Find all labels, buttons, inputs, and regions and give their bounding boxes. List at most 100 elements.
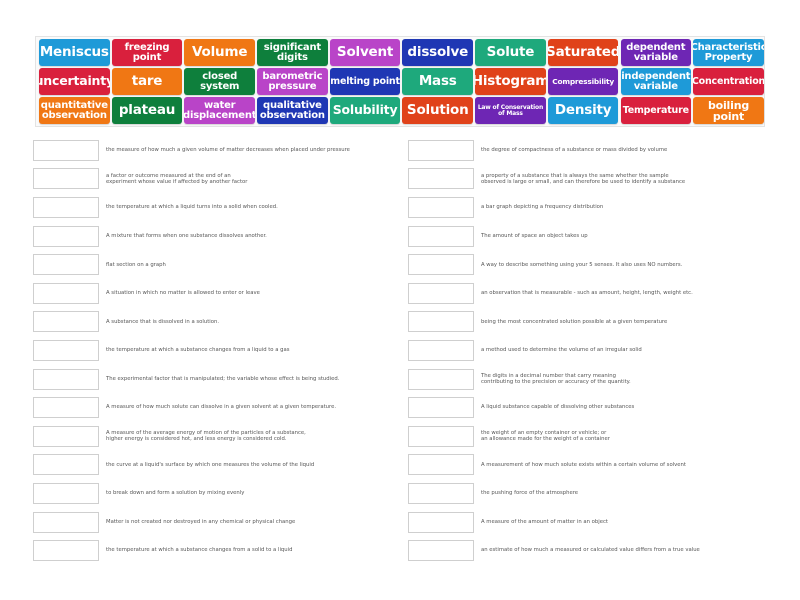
definition-row: a method used to determine the volume of… [408,336,770,365]
definition-row: flat section on a graph [33,250,403,279]
definition-text: a method used to determine the volume of… [481,347,642,354]
definition-row: the weight of an empty container or vehi… [408,422,770,451]
word-tile[interactable]: Temperature [620,97,692,124]
definition-text: the temperature at which a substance cha… [106,347,290,354]
answer-drop-box[interactable] [408,425,474,447]
answer-drop-box[interactable] [33,282,99,304]
definition-text: to break down and form a solution by mix… [106,490,245,497]
word-tile[interactable]: freezing point [111,39,183,66]
definition-row: a factor or outcome measured at the end … [33,165,403,194]
answer-drop-box[interactable] [33,540,99,562]
word-tile[interactable]: water displacement [184,97,255,124]
word-bank: Meniscus freezing point Volume significant … [35,36,765,127]
answer-drop-box[interactable] [408,540,474,562]
answer-drop-box[interactable] [33,482,99,504]
definition-row: A measure of the average energy of motio… [33,422,403,451]
definition-row: A substance that is dissolved in a solut… [33,308,403,337]
definition-text: A measure of the amount of matter in an … [481,518,608,525]
definition-row: a bar graph depicting a frequency distri… [408,193,770,222]
word-tile[interactable]: Characteristic Property [693,39,764,66]
definition-text: The amount of space an object takes up [481,232,588,239]
definition-row: The amount of space an object takes up [408,222,770,251]
answer-drop-box[interactable] [408,311,474,333]
word-tile[interactable]: barometric pressure [257,68,328,95]
definition-row: the measure of how much a given volume o… [33,136,403,165]
answer-drop-box[interactable] [408,168,474,190]
answer-drop-box[interactable] [408,339,474,361]
word-tile[interactable]: plateau [111,97,183,124]
definition-text: flat section on a graph [106,261,166,268]
word-tile[interactable]: Compressibility [547,68,619,95]
definition-row: A mixture that forms when one substance … [33,222,403,251]
answer-drop-box[interactable] [33,454,99,476]
word-tile[interactable]: independent variable [620,68,692,95]
word-tile[interactable]: qualitative observation [257,97,328,124]
definition-text: the weight of an empty container or vehi… [481,429,610,443]
word-tile[interactable]: Solution [402,97,474,124]
definition-text: A way to describe something using your 5… [481,261,683,268]
definition-text: Matter is not created nor destroyed in a… [106,518,296,525]
answer-drop-box[interactable] [408,282,474,304]
word-tile[interactable]: Mass [402,68,474,95]
answer-drop-box[interactable] [408,139,474,161]
answer-drop-box[interactable] [33,168,99,190]
definition-text: a factor or outcome measured at the end … [106,172,248,185]
answer-drop-box[interactable] [33,254,99,276]
definition-text: A substance that is dissolved in a solut… [106,318,220,325]
definition-text: an estimate of how much a measured or ca… [481,547,700,554]
word-tile[interactable]: Law of Conservation of Mass [475,97,546,124]
answer-drop-box[interactable] [33,225,99,247]
definition-row: A way to describe something using your 5… [408,250,770,279]
definition-row: a property of a substance that is always… [408,165,770,194]
word-tile[interactable]: Volume [184,39,255,66]
definition-text: A measure of how much solute can dissolv… [106,404,337,411]
answer-drop-box[interactable] [408,511,474,533]
word-tile[interactable]: tare [111,68,183,95]
answer-drop-box[interactable] [33,397,99,419]
definition-text: the pushing force of the atmosphere [481,490,579,497]
answer-drop-box[interactable] [408,397,474,419]
word-tile[interactable]: Solute [475,39,546,66]
word-tile[interactable]: Meniscus [39,39,110,66]
definition-row: A measure of the amount of matter in an … [408,508,770,537]
answer-drop-box[interactable] [33,339,99,361]
answer-drop-box[interactable] [33,425,99,447]
definition-text: A liquid substance capable of dissolving… [481,404,635,411]
word-tile[interactable]: Density [547,97,619,124]
answer-drop-box[interactable] [33,511,99,533]
answer-drop-box[interactable] [408,225,474,247]
word-tile[interactable]: melting point [329,68,401,95]
word-tile[interactable]: uncertainty [39,68,110,95]
word-tile[interactable]: significant digits [257,39,328,66]
word-tile[interactable]: Saturated [547,39,619,66]
word-tile[interactable]: quantitative observation [39,97,110,124]
word-tile[interactable]: closed system [184,68,255,95]
definition-row: Matter is not created nor destroyed in a… [33,508,403,537]
answer-drop-box[interactable] [408,482,474,504]
definition-text: the degree of compactness of a substance… [481,147,668,154]
word-tile[interactable]: dissolve [402,39,474,66]
word-tile[interactable]: Solvent [329,39,401,66]
definition-text: A mixture that forms when one substance … [106,232,267,239]
answer-drop-box[interactable] [408,254,474,276]
definition-text: A measure of the average energy of motio… [106,429,306,443]
definition-row: an observation that is measurable - such… [408,279,770,308]
answer-drop-box[interactable] [33,196,99,218]
word-tile[interactable]: Solubility [329,97,401,124]
definition-row: The digits in a decimal number that carr… [408,365,770,394]
word-tile[interactable]: Concentration [693,68,764,95]
definition-text: a property of a substance that is always… [481,172,686,185]
answer-drop-box[interactable] [408,368,474,390]
answer-drop-box[interactable] [33,139,99,161]
answer-drop-box[interactable] [408,454,474,476]
answer-drop-box[interactable] [33,368,99,390]
definitions-left-column: the measure of how much a given volume o… [33,136,403,565]
definition-text: The experimental factor that is manipula… [106,375,340,382]
answer-drop-box[interactable] [408,196,474,218]
word-tile[interactable]: boiling point [693,97,764,124]
word-tile[interactable]: Histogram [475,68,546,95]
definition-row: to break down and form a solution by mix… [33,479,403,508]
answer-drop-box[interactable] [33,311,99,333]
word-tile[interactable]: dependent variable [620,39,692,66]
definition-row: A liquid substance capable of dissolving… [408,393,770,422]
